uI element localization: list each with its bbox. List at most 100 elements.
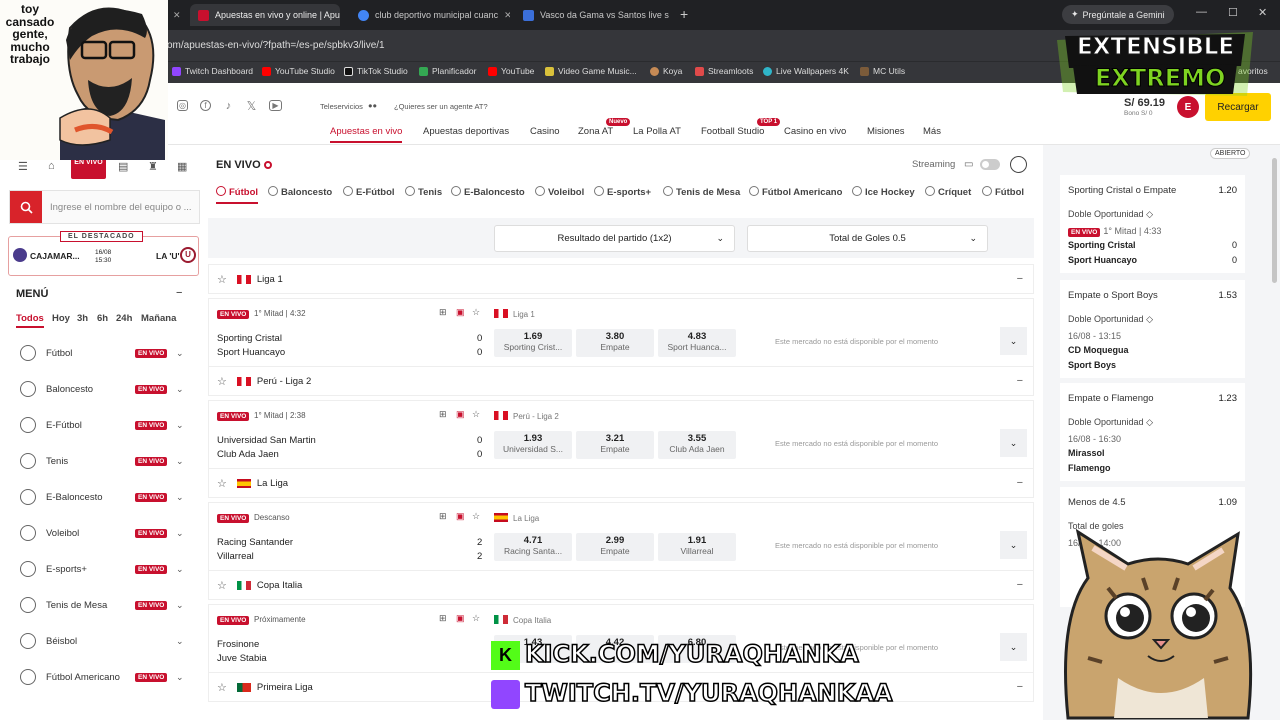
sidebar-sport-item[interactable]: Fútbol EN VIVO ⌄ (20, 343, 190, 363)
star-icon[interactable]: ☆ (472, 409, 480, 420)
betslip-item[interactable]: Empate o Flamengo 1.23 Doble Oportunidad… (1060, 383, 1245, 481)
star-icon[interactable]: ☆ (472, 511, 480, 522)
sport-tab[interactable]: Críquet (925, 186, 971, 198)
sport-tab[interactable]: E-Baloncesto (451, 186, 525, 198)
trophy-icon[interactable]: ♜ (148, 160, 158, 173)
stats-icon[interactable]: ⊞ (439, 511, 447, 522)
filter-24h[interactable]: 24h (116, 313, 132, 324)
chevron-down-icon[interactable]: ⌄ (176, 492, 184, 503)
facebook-icon[interactable]: f (200, 100, 211, 111)
chevron-down-icon[interactable]: ⌄ (176, 528, 184, 539)
nav-apuestas-en-vivo[interactable]: Apuestas en vivo (330, 126, 403, 143)
chevron-down-icon[interactable]: ⌄ (176, 672, 184, 683)
sport-tab[interactable]: E-sports+ (594, 186, 651, 198)
sidebar-sport-item[interactable]: E-Fútbol EN VIVO ⌄ (20, 415, 190, 435)
betslip-item[interactable]: Sporting Cristal o Empate 1.20 Doble Opo… (1060, 175, 1245, 273)
teleservicios-link[interactable]: Teleservicios (320, 102, 363, 111)
filter-manana[interactable]: Mañana (141, 313, 176, 324)
market-select[interactable]: Resultado del partido (1x2) ⌄ (494, 225, 735, 252)
betslip-scrollbar[interactable] (1272, 158, 1277, 283)
star-icon[interactable]: ☆ (217, 273, 227, 286)
sidebar-sport-item[interactable]: Tenis EN VIVO ⌄ (20, 451, 190, 471)
star-icon[interactable]: ☆ (217, 375, 227, 388)
coupon-icon[interactable]: ▤ (118, 160, 128, 173)
chevron-down-icon[interactable]: ⌄ (176, 456, 184, 467)
collapse-icon[interactable]: − (1017, 375, 1023, 387)
home-icon[interactable]: ⌂ (48, 160, 55, 172)
agent-link[interactable]: ¿Quieres ser un agente AT? (394, 102, 488, 111)
sidebar-sport-item[interactable]: E-Baloncesto EN VIVO ⌄ (20, 487, 190, 507)
match-row[interactable]: EN VIVO Descanso ⊞ ▣ ☆ La Liga Racing Sa… (208, 502, 1034, 572)
bookmark-item[interactable]: Video Game Music... (545, 66, 637, 76)
betslip-item[interactable]: Empate o Sport Boys 1.53 Doble Oportunid… (1060, 280, 1245, 378)
bet-builder-icon[interactable]: ▣ (456, 511, 465, 522)
odds-button[interactable]: 4.71 Racing Santa... (494, 533, 572, 561)
filter-hoy[interactable]: Hoy (52, 313, 70, 324)
bookmark-item[interactable]: MC Utils (860, 66, 905, 76)
menu-icon[interactable]: ☰ (18, 160, 28, 173)
sport-tab[interactable]: Baloncesto (268, 186, 332, 198)
bookmark-item[interactable]: Streamloots (695, 66, 753, 76)
maximize-icon[interactable]: ☐ (1228, 6, 1238, 19)
match-row[interactable]: EN VIVO 1° Mitad | 2:38 ⊞ ▣ ☆ Perú - Lig… (208, 400, 1034, 470)
star-icon[interactable]: ☆ (217, 579, 227, 592)
bet-builder-icon[interactable]: ▣ (456, 307, 465, 318)
sport-tab[interactable]: Tenis de Mesa (663, 186, 740, 198)
bookmark-item[interactable]: Twitch Dashboard (172, 66, 253, 76)
expand-match-button[interactable]: ⌄ (1000, 429, 1027, 457)
odds-button[interactable]: 2.99 Empate (576, 533, 654, 561)
sidebar-sport-item[interactable]: Baloncesto EN VIVO ⌄ (20, 379, 190, 399)
sidebar-sport-item[interactable]: E-sports+ EN VIVO ⌄ (20, 559, 190, 579)
sidebar-sport-item[interactable]: Tenis de Mesa EN VIVO ⌄ (20, 595, 190, 615)
odds-button[interactable]: 1.93 Universidad S... (494, 431, 572, 459)
bookmark-item[interactable]: Live Wallpapers 4K (763, 66, 849, 76)
star-icon[interactable]: ☆ (217, 477, 227, 490)
minimize-icon[interactable]: — (1196, 6, 1207, 18)
filter-3h[interactable]: 3h (77, 313, 88, 324)
chevron-down-icon[interactable]: ⌄ (176, 636, 184, 647)
chevron-down-icon[interactable]: ⌄ (176, 384, 184, 395)
nav-football-studio[interactable]: Football Studio (701, 126, 764, 137)
star-icon[interactable]: ☆ (217, 681, 227, 694)
league-header[interactable]: ☆ Copa Italia − (208, 570, 1034, 600)
match-row[interactable]: EN VIVO 1° Mitad | 4:32 ⊞ ▣ ☆ Liga 1 Spo… (208, 298, 1034, 368)
collapse-icon[interactable]: − (1017, 579, 1023, 591)
x-icon[interactable]: 𝕏 (246, 99, 257, 113)
stats-icon[interactable]: ⊞ (439, 307, 447, 318)
sidebar-sport-item[interactable]: Fútbol Americano EN VIVO ⌄ (20, 667, 190, 687)
balance-amount[interactable]: S/ 69.19 (1124, 97, 1165, 109)
league-header[interactable]: ☆ Liga 1 − (208, 264, 1034, 294)
league-header[interactable]: ☆ Perú - Liga 2 − (208, 366, 1034, 396)
bet-builder-icon[interactable]: ▣ (456, 409, 465, 420)
sport-tab[interactable]: E-Fútbol (343, 186, 395, 198)
expand-match-button[interactable]: ⌄ (1000, 327, 1027, 355)
browser-tab-active[interactable]: Apuestas en vivo y online | Apu ✕ (190, 4, 340, 26)
expand-match-button[interactable]: ⌄ (1000, 633, 1027, 661)
gemini-button[interactable]: ✦ Pregúntale a Gemini (1062, 5, 1174, 24)
chevron-down-icon[interactable]: ⌄ (176, 600, 184, 611)
chevron-down-icon[interactable]: ⌄ (176, 348, 184, 359)
sport-tab[interactable]: Fútbol (982, 186, 1024, 198)
collapse-icon[interactable]: − (1017, 477, 1023, 489)
search-input[interactable]: Ingrese el nombre del equipo o ... (50, 202, 192, 213)
odds-button[interactable]: 1.69 Sporting Crist... (494, 329, 572, 357)
stats-icon[interactable]: ⊞ (439, 613, 447, 624)
url-field[interactable]: om/apuestas-en-vivo/?fpath=/es-pe/spbkv3… (167, 40, 385, 51)
streaming-toggle[interactable] (980, 159, 1000, 170)
expand-match-button[interactable]: ⌄ (1000, 531, 1027, 559)
sport-tab[interactable]: Fútbol Americano (749, 186, 842, 198)
tiktok-icon[interactable]: ♪ (223, 100, 234, 112)
collapse-menu-icon[interactable]: − (176, 287, 182, 299)
search-icon[interactable] (10, 191, 42, 223)
chevron-down-icon[interactable]: ⌄ (176, 420, 184, 431)
collapse-icon[interactable]: − (1017, 273, 1023, 285)
sport-tab[interactable]: Voleibol (535, 186, 584, 198)
goals-select[interactable]: Total de Goles 0.5 ⌄ (747, 225, 988, 252)
close-tab-icon[interactable]: ✕ (504, 10, 510, 21)
youtube-icon[interactable]: ▶ (269, 100, 282, 111)
browser-tab[interactable]: club deportivo municipal cuanc ✕ (350, 4, 510, 26)
bookmark-item[interactable]: Koya (650, 66, 682, 76)
stats-icon[interactable]: ⊞ (439, 409, 447, 420)
bookmark-item[interactable]: TikTok Studio (344, 66, 408, 76)
star-icon[interactable]: ☆ (472, 613, 480, 624)
